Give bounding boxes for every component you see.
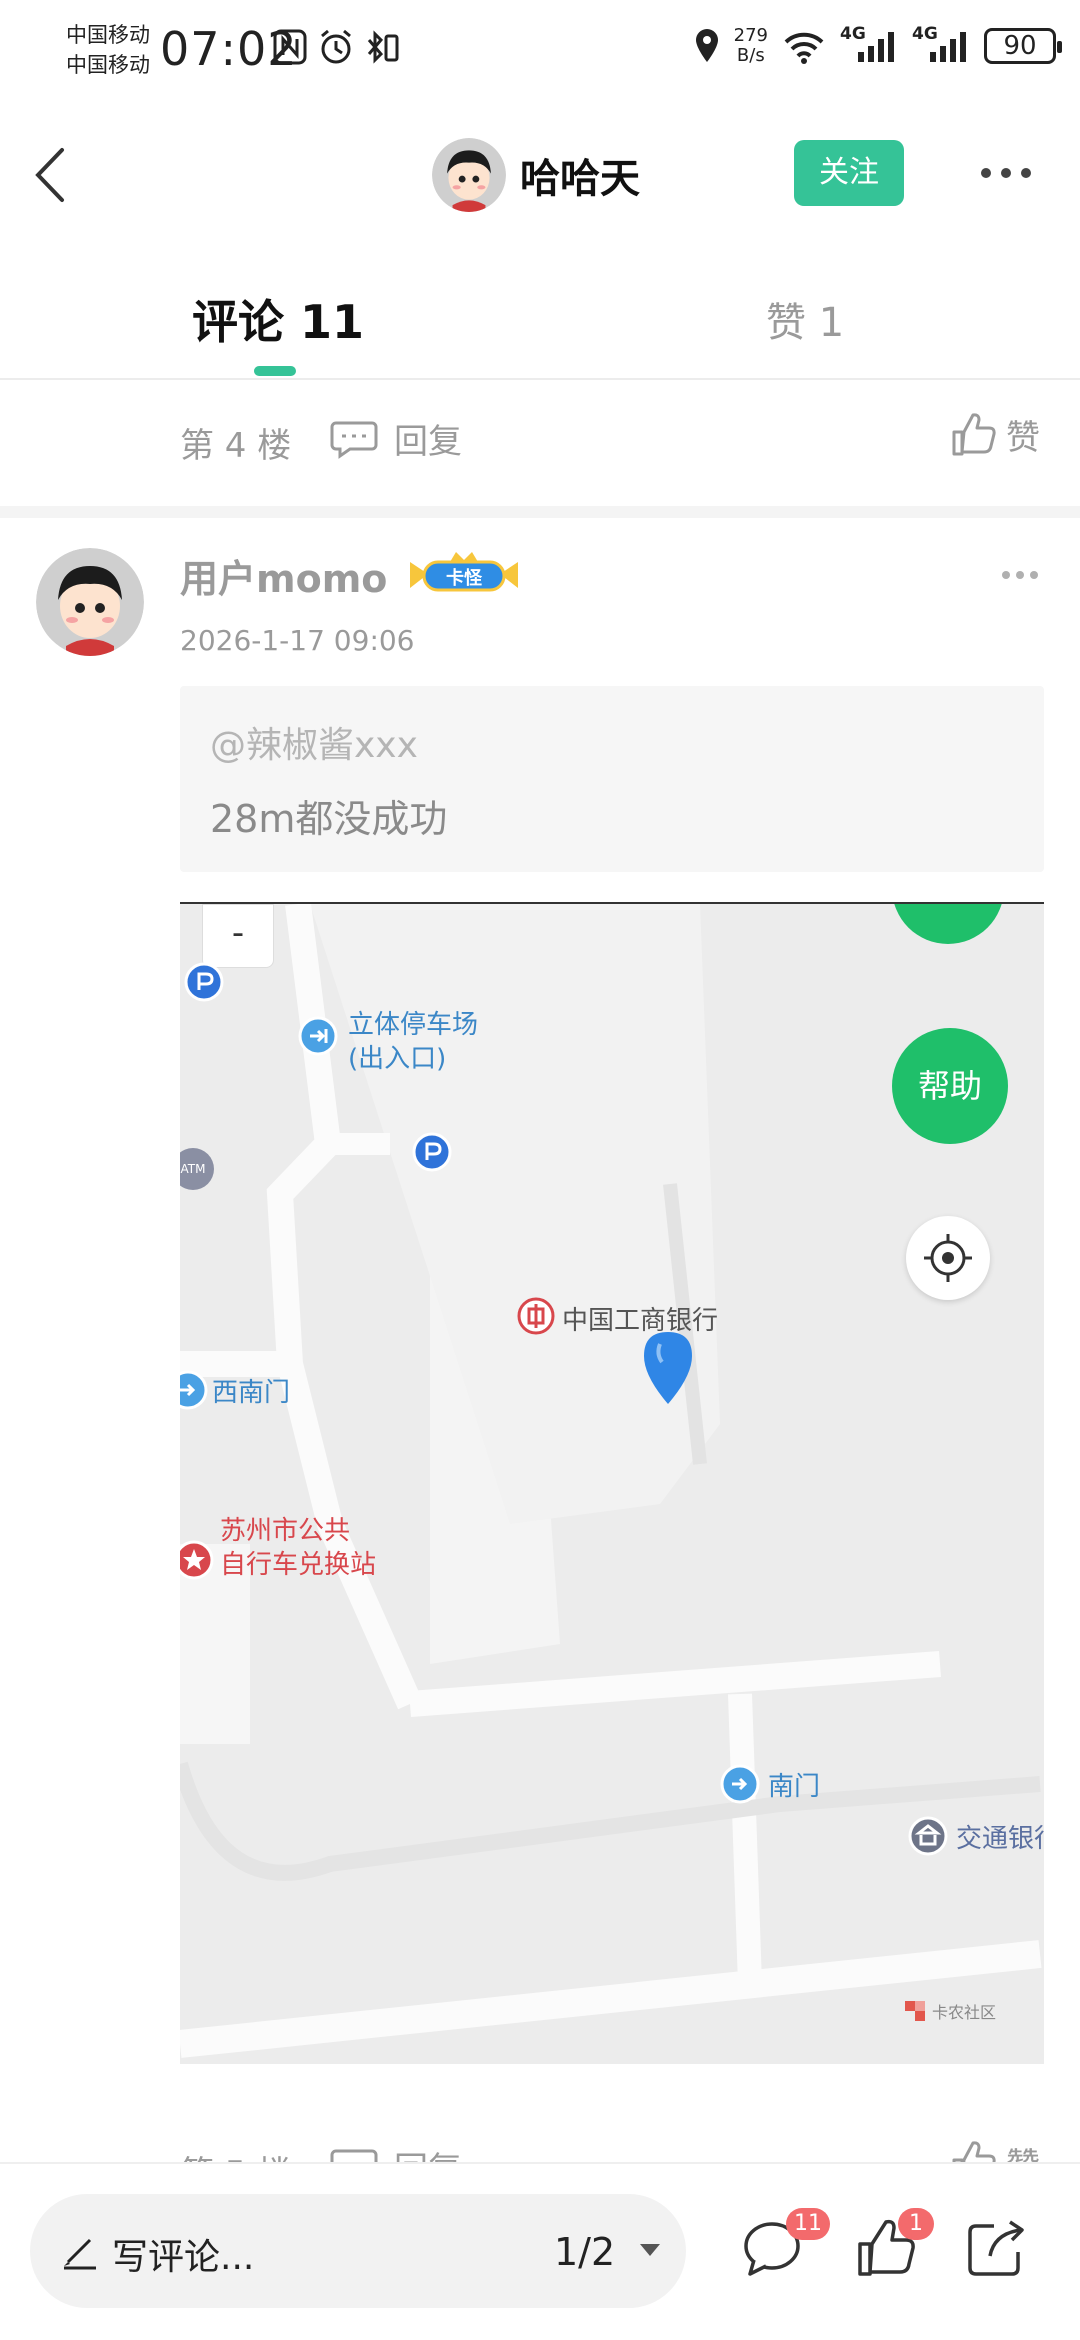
write-comment-input[interactable]: 写评论... 1/2 (30, 2194, 686, 2308)
comment-date: 2026-1-17 09:06 (180, 624, 415, 657)
map-zoom-out-button[interactable]: - (202, 904, 274, 968)
author-info[interactable]: 哈哈天 (432, 138, 640, 212)
map-label-parking: 立体停车场 (348, 1010, 479, 1040)
like-label: 赞 (1006, 418, 1040, 458)
battery-indicator: 90 (984, 28, 1062, 64)
page-indicator[interactable]: 1/2 (554, 2230, 615, 2274)
carrier-2: 中国移动 (66, 53, 150, 77)
bottom-action-bar: 写评论... 1/2 11 1 (0, 2162, 1080, 2340)
reply-label: 回复 (394, 422, 462, 462)
wifi-icon (784, 32, 824, 64)
tab-likes[interactable]: 赞 1 (766, 290, 844, 348)
map-label-parking-entrance: (出入口) (348, 1044, 447, 1074)
alarm-icon (321, 29, 351, 64)
map-label-bike-2: 自行车兑换站 (220, 1550, 377, 1580)
carrier-1: 中国移动 (66, 23, 150, 47)
comment-count-badge: 11 (786, 2208, 830, 2240)
tab-comments[interactable]: 评论 11 (192, 286, 364, 352)
comment-more-icon[interactable] (1000, 568, 1040, 582)
back-button[interactable] (24, 140, 84, 210)
locate-icon (924, 1234, 972, 1282)
floor-label: 第 4 楼 (180, 426, 292, 466)
map-help-button[interactable]: 帮助 (892, 1028, 1008, 1144)
map-label-south-gate: 南门 (768, 1772, 821, 1802)
more-options-icon[interactable] (978, 158, 1034, 188)
bank-icbc-icon (517, 1297, 555, 1335)
map-label-bank-comm: 交通银行 (956, 1824, 1044, 1854)
gate-icon-west (180, 1370, 208, 1410)
parking-icon (184, 962, 224, 1002)
level-badge: 卡怪 (406, 550, 522, 600)
tab-bar: 评论 11 赞 1 (0, 270, 1080, 380)
parking-icon-2 (412, 1132, 452, 1172)
watermark-logo-icon (905, 2001, 925, 2021)
follow-button[interactable]: 关注 (794, 140, 904, 206)
bike-station-icon (180, 1540, 214, 1580)
map-label-icbc: 中国工商银行 (562, 1306, 719, 1336)
reply-icon (330, 421, 378, 459)
signal-1-icon: 4G (840, 24, 898, 64)
net-speed: 279 B/s (734, 26, 768, 66)
map-label-west-gate: 西南门 (212, 1378, 291, 1408)
bluetooth-battery-icon (367, 30, 399, 64)
attached-map-image[interactable]: - 帮助 立体停车场 (出入口) ATM 中国工商银行 西南门 苏州市公共 自行… (180, 902, 1044, 2064)
comment-placeholder: 写评论... (112, 2237, 255, 2278)
tab-active-indicator (254, 366, 296, 376)
quote-mention[interactable]: @辣椒酱xxx (210, 716, 418, 768)
map-label-bike-1: 苏州市公共 (220, 1516, 351, 1546)
gate-icon-south (720, 1764, 760, 1804)
net-speed-value: 279 (733, 25, 768, 46)
post-header: 哈哈天 关注 (0, 120, 1080, 230)
reply-button[interactable]: 回复 (330, 414, 462, 463)
commenter-avatar[interactable] (36, 548, 144, 656)
commenter-name[interactable]: 用户momo (180, 548, 387, 603)
chevron-down-icon[interactable] (638, 2242, 662, 2258)
location-icon (695, 29, 718, 62)
watermark: 卡农社区 (902, 1998, 996, 2024)
net-speed-unit: B/s (736, 45, 765, 66)
signal-2-icon: 4G (912, 24, 970, 64)
like-button[interactable]: 赞 (950, 410, 1040, 459)
bank-comm-icon (908, 1816, 948, 1856)
quote-text: 28m都没成功 (210, 797, 448, 841)
divider (0, 506, 1080, 518)
author-name: 哈哈天 (520, 156, 640, 202)
status-icons-right: 279 B/s 4G 4G 90 (694, 24, 1062, 66)
thumbs-up-icon (952, 412, 996, 455)
parking-entrance-icon (298, 1016, 338, 1056)
like-count-badge: 1 (898, 2208, 934, 2240)
status-icons-left (272, 28, 400, 66)
status-bar: 中国移动 中国移动 07:02 279 B/s 4G 4G 90 (0, 0, 1080, 100)
quoted-reply[interactable]: @辣椒酱xxx 28m都没成功 (180, 686, 1044, 872)
author-avatar[interactable] (432, 138, 506, 212)
carrier-info: 中国移动 中国移动 (66, 20, 150, 80)
level-badge-text: 卡怪 (446, 568, 482, 589)
map-locate-button[interactable] (906, 1216, 990, 1300)
share-icon[interactable] (964, 2216, 1028, 2280)
post-comment-page: 中国移动 中国移动 07:02 279 B/s 4G 4G 90 哈哈天 关注 … (0, 0, 1080, 2340)
nfc-icon (273, 29, 307, 65)
watermark-text: 卡农社区 (932, 2003, 997, 2022)
pen-icon (64, 2238, 96, 2270)
floor-row-4: 第 4 楼 回复 赞 (0, 380, 1080, 506)
